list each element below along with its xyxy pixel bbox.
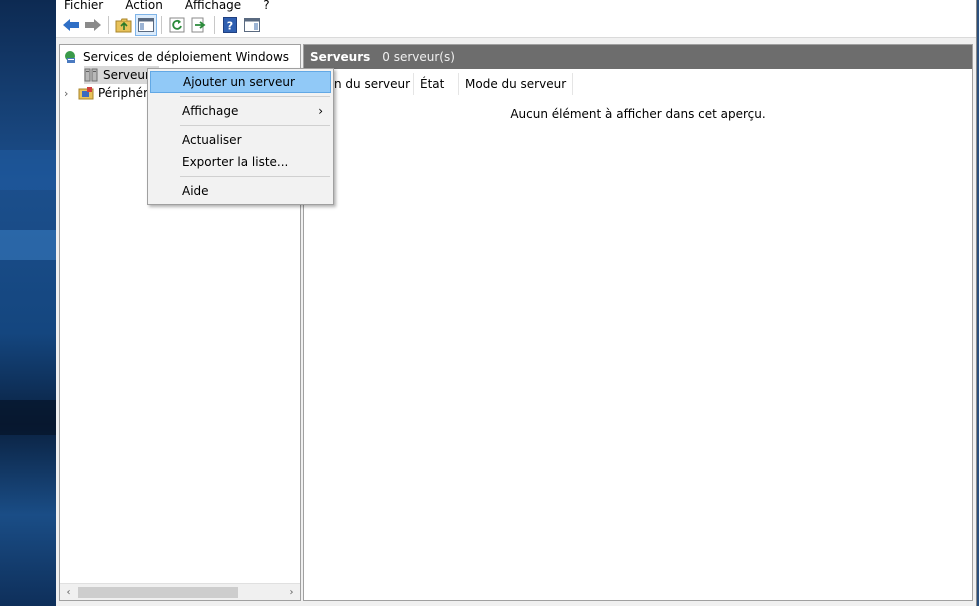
toolbar-separator	[108, 15, 109, 34]
help-icon: ?	[223, 16, 237, 33]
submenu-arrow-icon: ›	[318, 104, 323, 118]
empty-list-message: Aucun élément à afficher dans cet aperçu…	[510, 107, 766, 121]
refresh-icon	[169, 17, 185, 32]
toolbar: ?	[56, 12, 976, 38]
help-button[interactable]: ?	[219, 14, 241, 36]
expand-chevron-icon[interactable]: ›	[64, 87, 78, 100]
ctx-separator	[180, 125, 330, 126]
export-list-button[interactable]	[188, 14, 210, 36]
forward-arrow-icon	[85, 18, 101, 31]
ctx-help[interactable]: Aide	[150, 180, 331, 202]
ctx-add-server[interactable]: Ajouter un serveur	[150, 71, 331, 93]
export-list-icon	[191, 17, 206, 32]
tree-item-wds-root[interactable]: Services de déploiement Windows	[64, 48, 289, 66]
menu-help[interactable]: ?	[263, 0, 269, 12]
status-bar	[56, 601, 976, 606]
devices-folder-icon	[78, 87, 94, 100]
toolbar-separator	[214, 15, 215, 34]
desktop-band	[0, 150, 56, 190]
toolbar-separator	[161, 15, 162, 34]
properties-pane-button[interactable]	[241, 14, 263, 36]
svg-text:?: ?	[227, 19, 233, 32]
column-server-mode[interactable]: Mode du serveur	[459, 73, 573, 95]
menu-fichier[interactable]: Fichier	[64, 0, 103, 12]
tree-horizontal-scrollbar[interactable]: ‹ ›	[60, 583, 300, 600]
ctx-view-label: Affichage	[182, 104, 239, 118]
scrollbar-thumb[interactable]	[78, 587, 238, 598]
menu-bar: Fichier Action Affichage ?	[56, 0, 976, 12]
show-hide-tree-button[interactable]	[135, 13, 157, 36]
content-title: Serveurs	[310, 50, 371, 64]
column-headers: n du serveur État Mode du serveur	[304, 73, 573, 95]
content-count: 0 serveur(s)	[382, 50, 455, 64]
back-arrow-icon	[63, 18, 79, 31]
context-menu: Ajouter un serveur Affichage › Actualise…	[147, 68, 334, 205]
desktop-background	[0, 0, 56, 606]
servers-icon	[84, 68, 98, 82]
ctx-export-list[interactable]: Exporter la liste...	[150, 151, 331, 173]
content-header: Serveurs 0 serveur(s)	[304, 45, 972, 69]
properties-pane-icon	[244, 17, 260, 32]
refresh-button[interactable]	[166, 14, 188, 36]
back-button[interactable]	[60, 14, 82, 36]
up-level-button[interactable]	[113, 14, 135, 36]
folder-up-icon	[115, 18, 132, 32]
menu-action[interactable]: Action	[125, 0, 163, 12]
menu-affichage[interactable]: Affichage	[185, 0, 241, 12]
show-hide-tree-icon	[138, 17, 154, 32]
ctx-view[interactable]: Affichage ›	[150, 100, 331, 122]
tree-item-devices[interactable]: › Périphér	[64, 84, 148, 102]
wds-server-icon	[65, 51, 75, 63]
scroll-right-icon[interactable]: ›	[283, 584, 300, 601]
tree-root-label: Services de déploiement Windows	[83, 50, 290, 64]
column-state[interactable]: État	[414, 73, 459, 95]
content-pane: Serveurs 0 serveur(s) n du serveur État …	[303, 44, 973, 601]
forward-button[interactable]	[82, 14, 104, 36]
scroll-left-icon[interactable]: ‹	[60, 584, 77, 601]
ctx-refresh[interactable]: Actualiser	[150, 129, 331, 151]
ctx-separator	[180, 176, 330, 177]
desktop-band	[0, 400, 56, 435]
desktop-band	[0, 230, 56, 260]
tree-devices-label: Périphér	[98, 86, 148, 100]
ctx-separator	[180, 96, 330, 97]
